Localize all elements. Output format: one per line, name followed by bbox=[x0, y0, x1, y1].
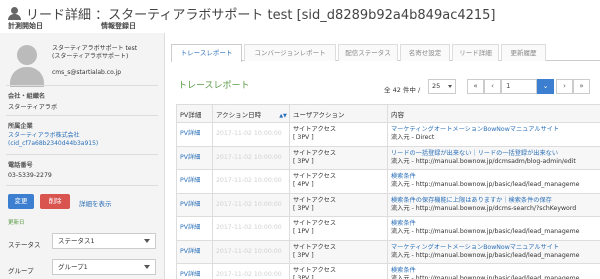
pv-count: [ 3PV ] bbox=[293, 157, 314, 165]
tab-trace-report[interactable]: トレースレポート bbox=[171, 44, 242, 62]
pv-count: [ 3PV ] bbox=[293, 134, 314, 142]
pv-detail-link[interactable]: PV詳細 bbox=[180, 271, 200, 278]
divider bbox=[6, 154, 158, 155]
lead-profile-panel: スターティアラボサポート test (スターティアラボサポート) cms_s@s… bbox=[0, 33, 165, 279]
next-page-button[interactable]: › bbox=[556, 79, 573, 94]
prev-page-button[interactable]: ‹ bbox=[484, 79, 501, 94]
pv-detail-link[interactable]: PV詳細 bbox=[180, 224, 200, 231]
lead-name: スターティアラボサポート test (スターティアラボサポート) bbox=[52, 45, 138, 60]
registered-date-label: 計測開始日 bbox=[8, 22, 43, 30]
divider bbox=[6, 185, 158, 186]
content-link[interactable]: 検索条件の保存機能に上限はありますか｜検索条件の保存 bbox=[391, 197, 600, 205]
status-label: ステータス bbox=[8, 241, 41, 249]
result-count: 全 42 件中 / bbox=[384, 86, 421, 94]
divider bbox=[6, 85, 158, 86]
pv-count: [ 3PV ] bbox=[293, 204, 314, 212]
tab-name-merge[interactable]: 名寄せ設定 bbox=[400, 44, 450, 61]
user-icon bbox=[8, 7, 21, 20]
status-select[interactable]: ステータス1 bbox=[52, 233, 156, 249]
table-header-row: PV詳細 アクション日時 ▲▼ ユーザアクション 内容 bbox=[176, 104, 600, 123]
pv-detail-link[interactable]: PV詳細 bbox=[180, 248, 200, 255]
info-date-label: 情報登録日 bbox=[101, 22, 136, 30]
tab-lead-details[interactable]: リード詳細 bbox=[452, 44, 499, 61]
col-header-pv: PV詳細 bbox=[176, 104, 213, 123]
tab-delivery-status[interactable]: 配信ステータス bbox=[338, 44, 398, 61]
referrer-text: 流入元 - http://manual.bownow.jp/dcmsadm/bl… bbox=[391, 157, 576, 165]
updated-label: 更新日 bbox=[8, 220, 25, 226]
group-select[interactable]: グループ1 bbox=[52, 259, 156, 275]
user-action: サイトアクセス bbox=[293, 196, 337, 204]
report-tabs: トレースレポート コンバージョンレポート 配信ステータス 名寄せ設定 リード詳細… bbox=[171, 44, 600, 62]
page-header: リード詳細 ：スターティアラボサポート test [sid_d8289b92a4… bbox=[0, 0, 600, 32]
affiliation-label: 所属企業 bbox=[8, 123, 33, 130]
chevron-down-icon: ⌄ bbox=[542, 82, 549, 90]
chevron-down-icon bbox=[144, 239, 150, 243]
phone-value: 03-5339-2279 bbox=[8, 172, 52, 179]
action-time: 2017-11-02 10:00:00 bbox=[216, 247, 282, 255]
company-value: スターティアラボ bbox=[8, 104, 58, 111]
pv-count: [ 3PV ] bbox=[293, 251, 314, 259]
user-action: サイトアクセス bbox=[293, 267, 337, 275]
chevron-down-icon bbox=[448, 85, 452, 88]
action-time: 2017-11-02 10:00:00 bbox=[216, 200, 282, 208]
affiliation-link[interactable]: スターティアラボ株式会社(cid_cf7a68b2340d44b3a915) bbox=[8, 132, 163, 148]
last-page-button[interactable]: » bbox=[573, 79, 590, 94]
first-page-button[interactable]: « bbox=[467, 79, 484, 94]
referrer-text: 流入元 - http://manual.bownow.jp/dcms-searc… bbox=[391, 204, 577, 212]
action-time: 2017-11-02 10:00:00 bbox=[216, 224, 282, 232]
pv-count: [ 3PV ] bbox=[293, 275, 314, 279]
referrer-text: 流入元 - http://manual.bownow.jp/basic/lead… bbox=[391, 275, 580, 279]
group-label: グループ bbox=[8, 267, 34, 275]
user-action: サイトアクセス bbox=[293, 173, 337, 181]
action-time: 2017-11-02 10:00:00 bbox=[216, 153, 282, 161]
col-header-content: 内容 bbox=[387, 104, 600, 123]
tab-update-history[interactable]: 更新履歴 bbox=[501, 44, 546, 61]
pv-detail-link[interactable]: PV詳細 bbox=[180, 130, 200, 137]
page-input[interactable]: 1 bbox=[501, 79, 537, 94]
col-header-time[interactable]: アクション日時 ▲▼ bbox=[212, 104, 290, 123]
pv-count: [ 4PV ] bbox=[293, 181, 314, 189]
action-time: 2017-11-02 10:00:00 bbox=[216, 271, 282, 279]
user-action: サイトアクセス bbox=[293, 220, 337, 228]
user-action: サイトアクセス bbox=[293, 243, 337, 251]
phone-label: 電話番号 bbox=[8, 162, 33, 169]
table-row: PV詳細 2017-11-02 10:00:00 サイトアクセス[ 4PV ] 検索条… bbox=[176, 169, 600, 194]
referrer-text: 流入元 - http://manual.bownow.jp/basic/lead… bbox=[391, 228, 580, 236]
content-link[interactable]: リードの一括登録が出来ない｜リードの一括登録が出来ない bbox=[391, 150, 600, 158]
page-select-button[interactable]: ⌄ bbox=[537, 79, 554, 94]
lead-email: cms_s@startialab.co.jp bbox=[52, 69, 122, 76]
trace-report-table: PV詳細 アクション日時 ▲▼ ユーザアクション 内容 PV詳細 2017-11-0… bbox=[176, 104, 600, 279]
action-time: 2017-11-02 10:00:00 bbox=[216, 177, 282, 185]
company-label: 会社・組織名 bbox=[8, 93, 46, 100]
pv-detail-link[interactable]: PV詳細 bbox=[180, 177, 200, 184]
pv-count: [ 1PV ] bbox=[293, 228, 314, 236]
user-action: サイトアクセス bbox=[293, 126, 337, 134]
user-action: サイトアクセス bbox=[293, 149, 337, 157]
avatar bbox=[8, 43, 46, 87]
table-row: PV詳細 2017-11-02 10:00:00 サイトアクセス[ 3PV ] マーケ… bbox=[176, 239, 600, 264]
referrer-text: 流入元 - http://manual.bownow.jp/basic/lead… bbox=[391, 181, 580, 189]
section-title: トレースレポート bbox=[178, 81, 250, 91]
table-row: PV詳細 2017-11-02 10:00:00 サイトアクセス[ 3PV ] マーケ… bbox=[176, 122, 600, 147]
table-row: PV詳細 2017-11-02 10:00:00 サイトアクセス[ 3PV ] 検索条… bbox=[176, 263, 600, 279]
pv-detail-link[interactable]: PV詳細 bbox=[180, 154, 200, 161]
referrer-text: 流入元 - Direct bbox=[391, 134, 435, 142]
table-row: PV詳細 2017-11-02 10:00:00 サイトアクセス[ 1PV ] 検索条… bbox=[176, 216, 600, 241]
per-page-select[interactable]: 25 bbox=[428, 79, 456, 94]
date-labels: 計測開始日 情報登録日 bbox=[8, 21, 194, 31]
table-row: PV詳細 2017-11-02 10:00:00 サイトアクセス[ 3PV ] 検索条… bbox=[176, 192, 600, 217]
edit-button[interactable]: 変更 bbox=[8, 194, 34, 209]
chevron-down-icon bbox=[144, 265, 150, 269]
table-row: PV詳細 2017-11-02 10:00:00 サイトアクセス[ 3PV ] リード… bbox=[176, 145, 600, 170]
show-details-link[interactable]: 詳細を表示 bbox=[79, 198, 112, 208]
content-link[interactable]: マーケティングオートメーションBowNowマニュアルサイト bbox=[391, 244, 600, 252]
tab-conversion-report[interactable]: コンバージョンレポート bbox=[244, 44, 336, 61]
delete-button[interactable]: 削除 bbox=[40, 194, 70, 209]
divider bbox=[6, 115, 158, 116]
col-header-action: ユーザアクション bbox=[289, 104, 388, 123]
action-time: 2017-11-02 10:00:00 bbox=[216, 130, 282, 138]
referrer-text: 流入元 - http://manual.bownow.jp/basic/lead… bbox=[391, 251, 580, 259]
sort-icon[interactable]: ▲▼ bbox=[279, 113, 287, 119]
pv-detail-link[interactable]: PV詳細 bbox=[180, 201, 200, 208]
